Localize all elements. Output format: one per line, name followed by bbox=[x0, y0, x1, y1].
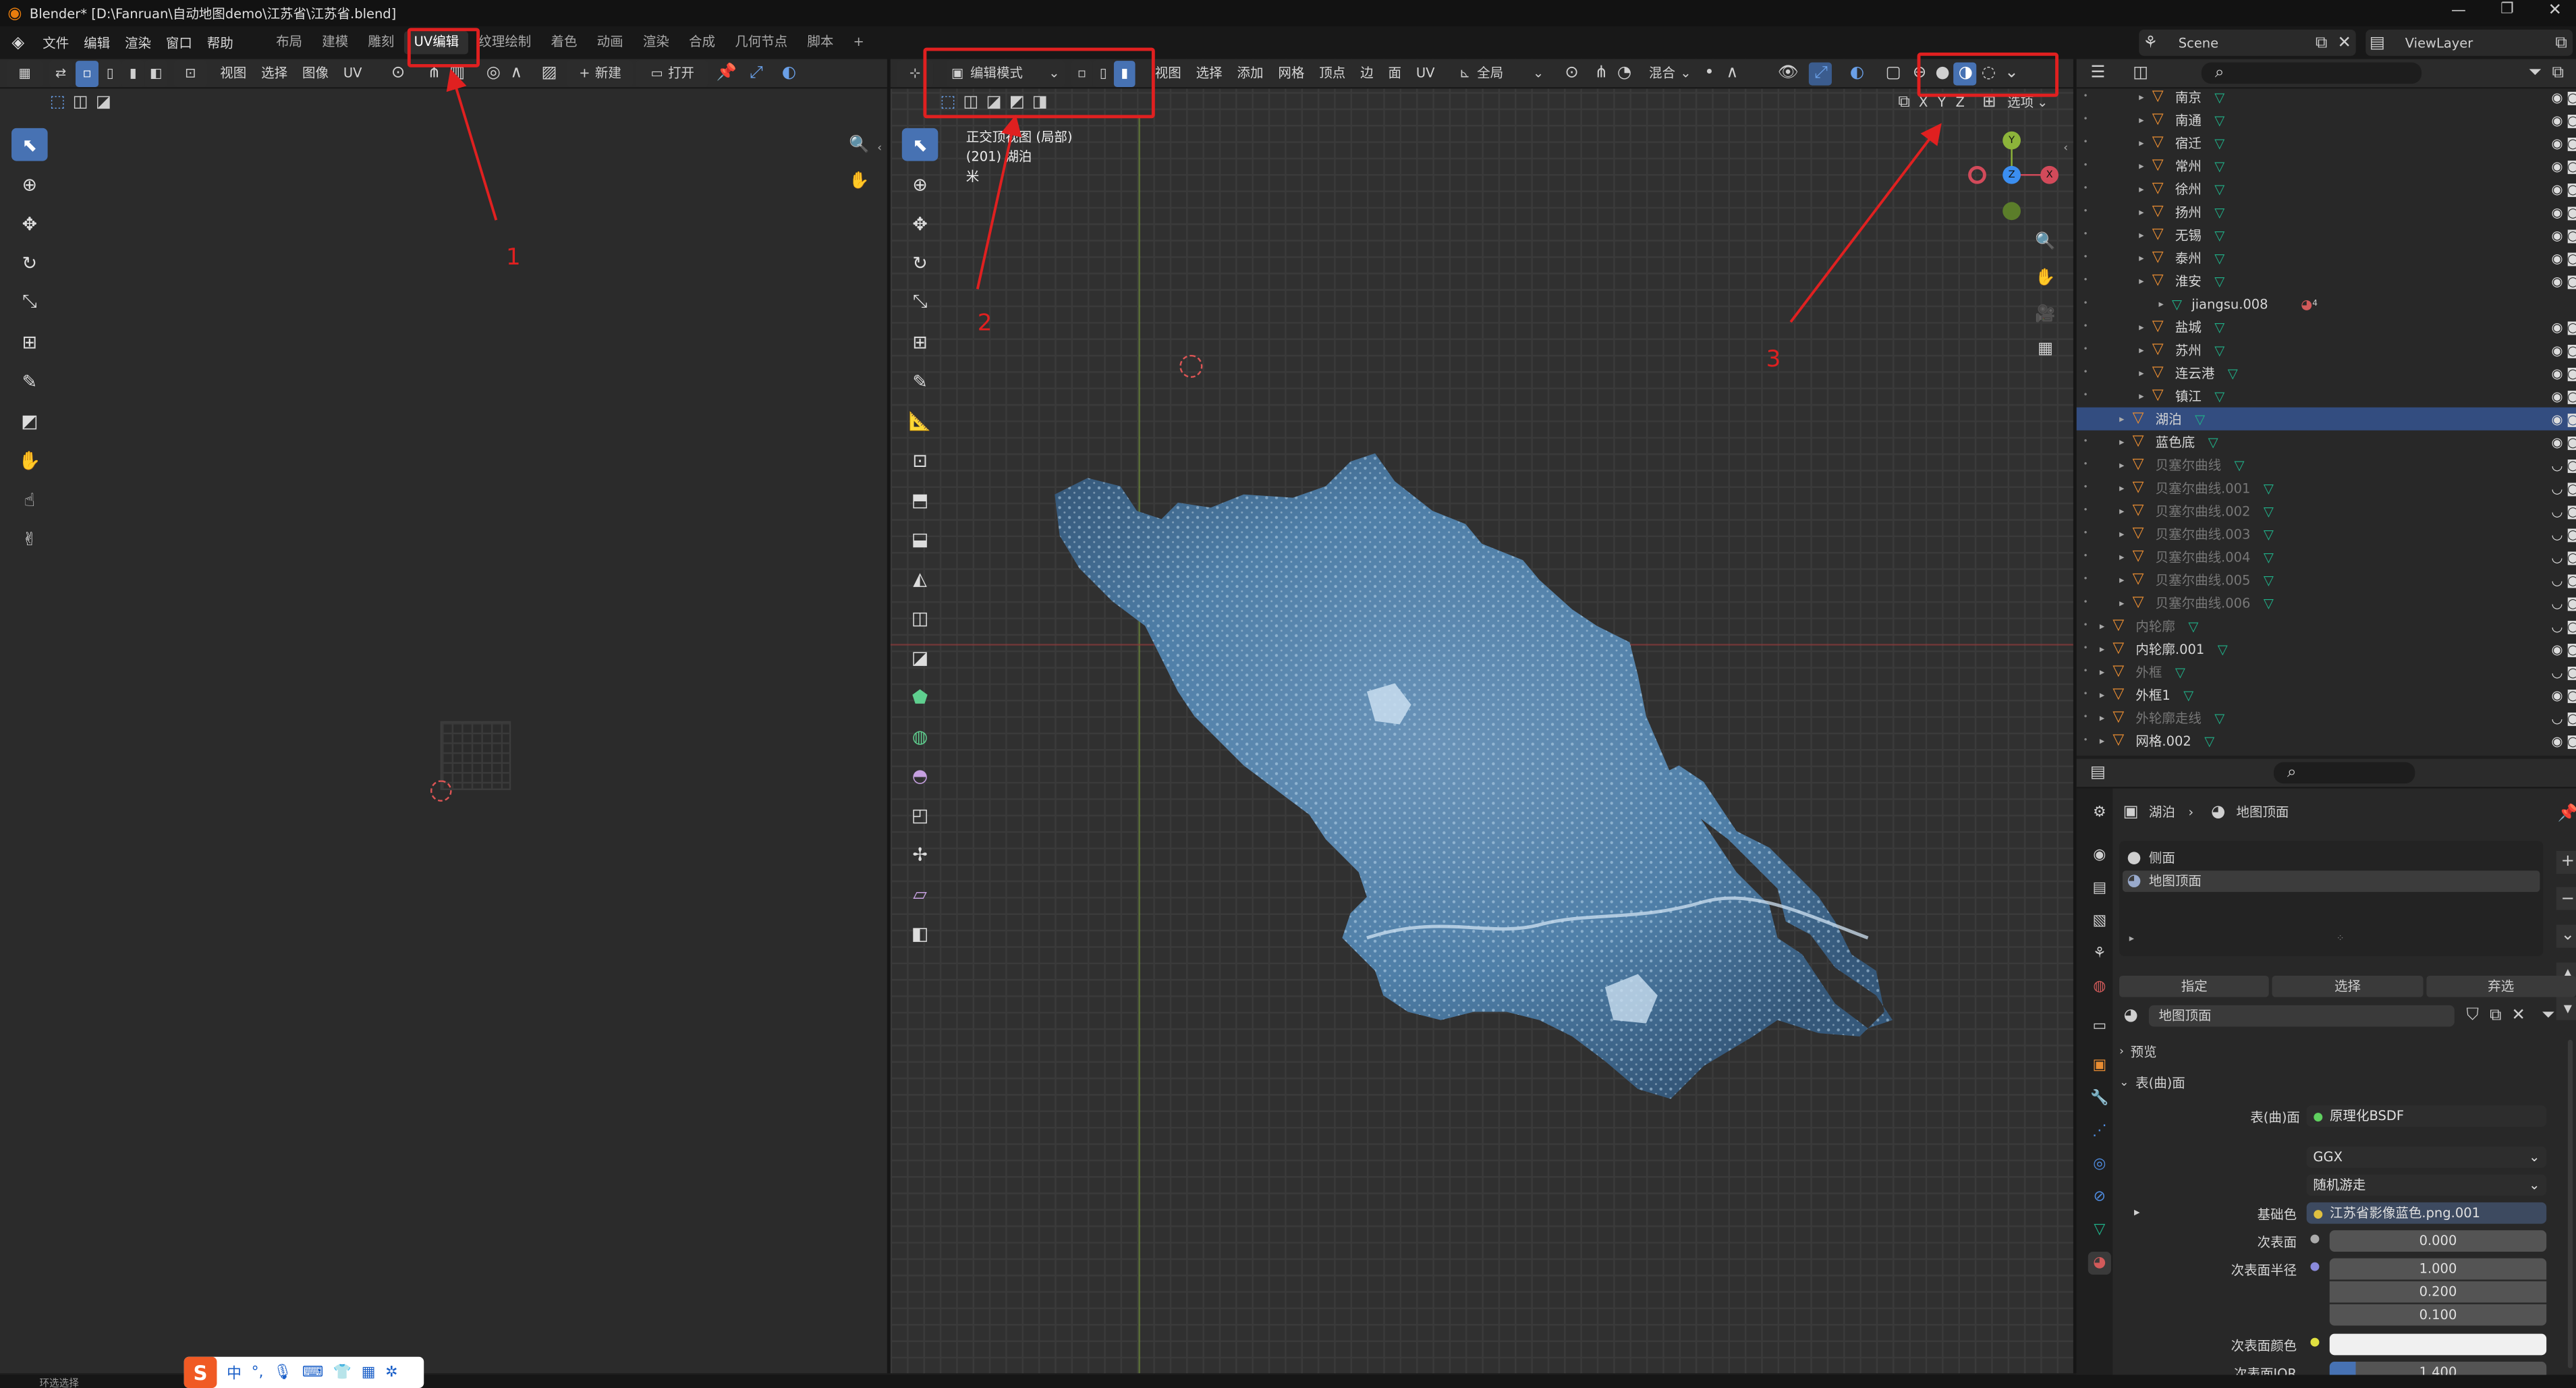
annotation-label-1: 1 bbox=[505, 244, 521, 271]
annotation-arrow-2 bbox=[976, 114, 1022, 289]
annotation-label-3: 3 bbox=[1766, 346, 1781, 373]
annotation-arrow-1 bbox=[446, 68, 498, 221]
annotation-arrows bbox=[446, 68, 1942, 323]
annotation-label-2: 2 bbox=[977, 310, 992, 337]
annotation-arrow-3 bbox=[1789, 123, 1942, 323]
blender-window: ◉ Blender* [D:\Fanruan\自动地图demo\江苏省\江苏省.… bbox=[0, 0, 2576, 1388]
